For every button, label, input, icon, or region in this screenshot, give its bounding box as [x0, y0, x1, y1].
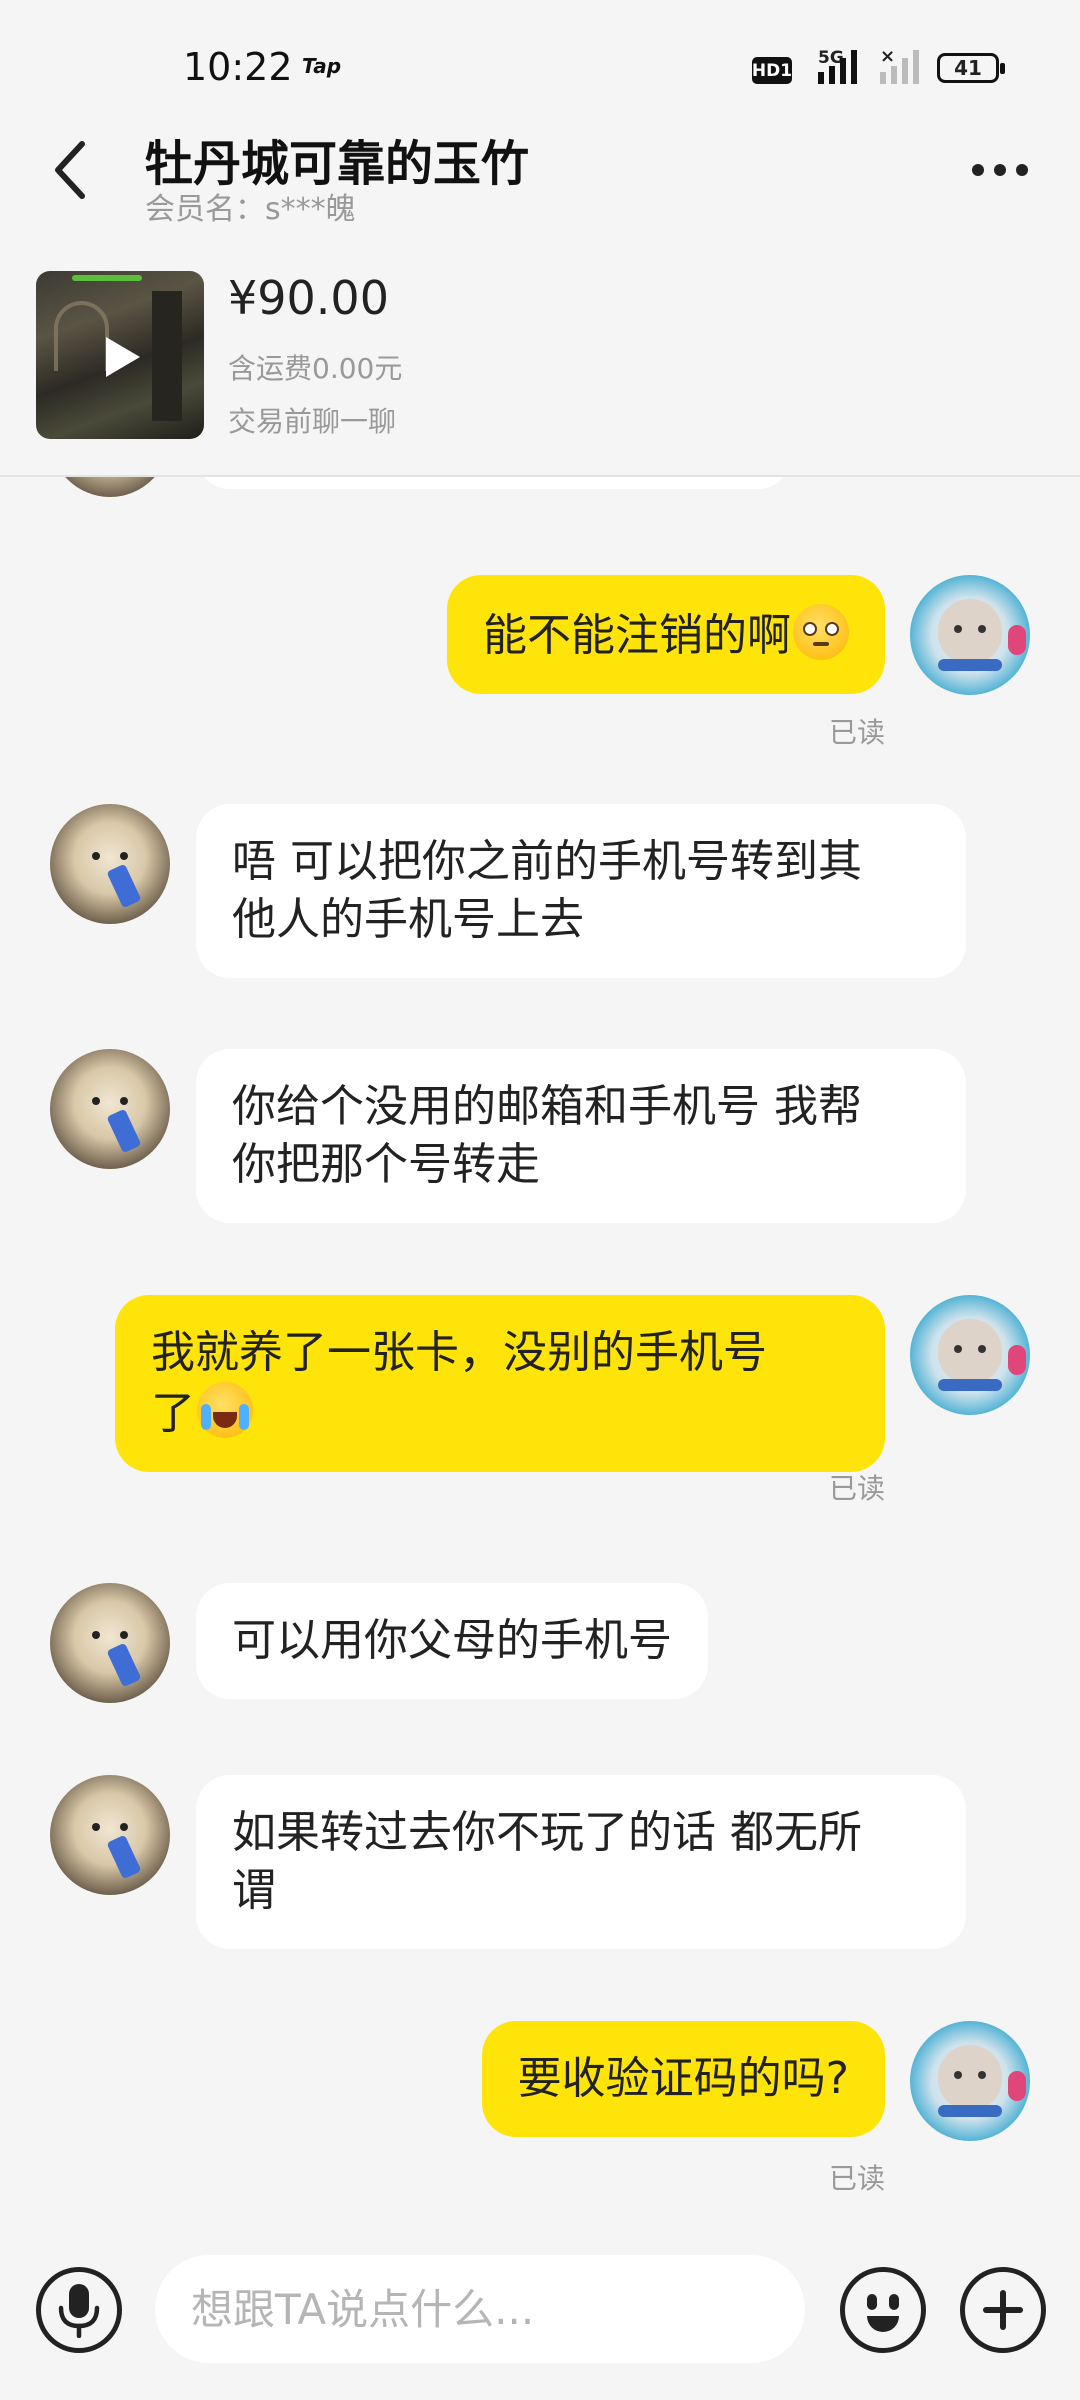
message-bubble-outgoing[interactable]: 我就养了一张卡，没别的手机号 了	[115, 1295, 885, 1472]
member-name: 会员名：s***魄	[145, 192, 356, 227]
signal-strength-sim2-icon	[880, 48, 919, 84]
message-bubble-incoming[interactable]: 可以用你父母的手机号	[196, 1583, 708, 1699]
seller-avatar[interactable]	[50, 477, 170, 497]
emoji-button[interactable]	[840, 2267, 926, 2353]
message-bubble-truncated	[196, 477, 792, 489]
read-receipt: 已读	[828, 716, 885, 749]
message-input[interactable]	[155, 2255, 805, 2363]
more-actions-plus-button[interactable]	[960, 2267, 1046, 2353]
awkward-emoji-icon	[793, 604, 849, 660]
message-bubble-outgoing[interactable]: 能不能注销的啊	[447, 575, 885, 694]
my-avatar[interactable]	[910, 2021, 1030, 2141]
message-bubble-incoming[interactable]: 你给个没用的邮箱和手机号 我帮 你把那个号转走	[196, 1049, 966, 1223]
chat-header: 牡丹城可靠的玉竹 会员名：s***魄	[0, 110, 1080, 230]
seller-avatar[interactable]	[50, 1583, 170, 1703]
signal-strength-icon	[818, 48, 857, 84]
battery-level: 41	[954, 56, 982, 80]
message-bubble-incoming[interactable]: 如果转过去你不玩了的话 都无所 谓	[196, 1775, 966, 1949]
product-price: ¥90.00	[228, 271, 389, 325]
product-video-thumbnail[interactable]	[36, 271, 204, 439]
product-card[interactable]: ¥90.00 含运费0.00元 交易前聊一聊	[0, 245, 1080, 477]
play-icon	[106, 337, 140, 377]
chat-screen: 10:22 Tap HD1 5G × 41 牡丹城可靠的玉竹 会员名：s***魄	[0, 0, 1080, 2400]
read-receipt: 已读	[828, 2162, 885, 2195]
more-dot-icon	[1016, 164, 1028, 176]
more-dot-icon	[972, 164, 984, 176]
back-arrow-icon	[55, 141, 85, 199]
shipping-info: 含运费0.00元	[228, 352, 403, 385]
my-avatar[interactable]	[910, 1295, 1030, 1415]
microphone-icon	[58, 2284, 100, 2338]
message-list[interactable]: 能不能注销的啊 已读 唔 可以把你之前的手机号转到其 他人的手机号上去 你给个没…	[0, 477, 1080, 2245]
more-dot-icon	[994, 164, 1006, 176]
seller-avatar[interactable]	[50, 1049, 170, 1169]
battery-icon: 41	[937, 53, 1005, 83]
voice-input-button[interactable]	[36, 2267, 122, 2353]
seller-avatar[interactable]	[50, 1775, 170, 1895]
seller-avatar[interactable]	[50, 804, 170, 924]
tap-badge: Tap	[302, 54, 342, 78]
message-bubble-outgoing[interactable]: 要收验证码的吗?	[481, 2021, 885, 2137]
smile-icon	[867, 2316, 899, 2332]
back-button[interactable]	[40, 130, 100, 210]
laugh-cry-emoji-icon	[197, 1382, 253, 1438]
chat-hint: 交易前聊一聊	[228, 405, 397, 438]
more-options-button[interactable]	[960, 140, 1040, 200]
message-bubble-incoming[interactable]: 唔 可以把你之前的手机号转到其 他人的手机号上去	[196, 804, 966, 978]
read-receipt: 已读	[828, 1472, 885, 1505]
input-bar	[0, 2245, 1080, 2400]
hd-icon: HD1	[752, 57, 792, 84]
my-avatar[interactable]	[910, 575, 1030, 695]
status-time: 10:22	[183, 45, 293, 89]
status-bar: 10:22 Tap HD1 5G × 41	[0, 0, 1080, 110]
